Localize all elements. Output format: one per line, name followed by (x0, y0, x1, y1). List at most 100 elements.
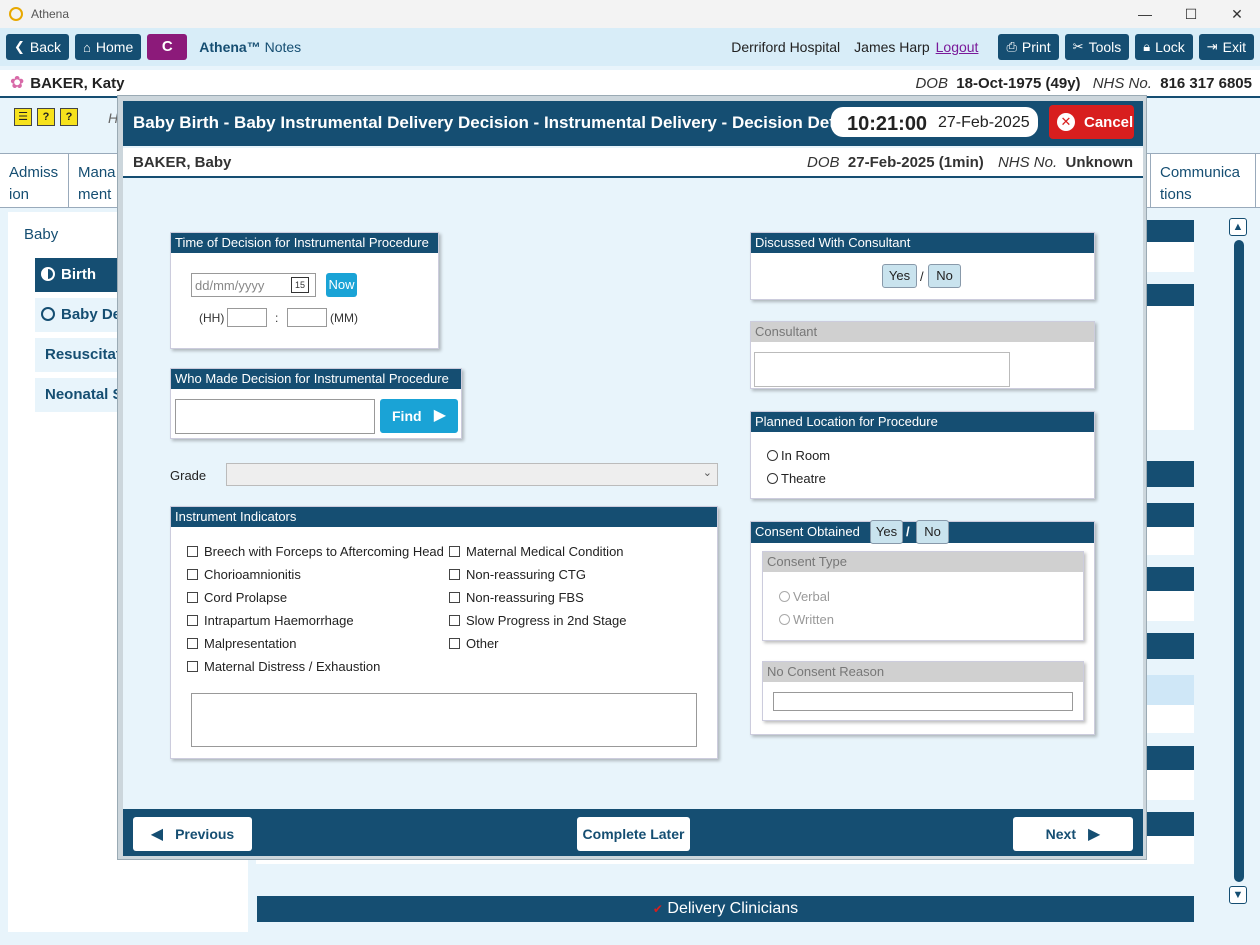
written-radio[interactable]: Written (779, 612, 834, 627)
dialog-title: Baby Birth - Baby Instrumental Delivery … (133, 113, 864, 132)
scroll-up-icon[interactable]: ▲ (1229, 218, 1247, 236)
consent-no-button[interactable]: No (916, 520, 949, 544)
help-icon[interactable]: ? (37, 108, 55, 126)
help-icon-2[interactable]: ? (60, 108, 78, 126)
scroll-down-icon[interactable]: ▼ (1229, 886, 1247, 904)
logout-link[interactable]: Logout (936, 39, 979, 55)
close-window-icon[interactable]: ✕ (1214, 0, 1260, 28)
scrollbar[interactable]: ▲ ▼ (1229, 218, 1249, 930)
checkbox-box[interactable] (449, 638, 460, 649)
tab-communications[interactable]: Communica tions (1150, 154, 1256, 208)
alert-list-icon[interactable]: ☰ (14, 108, 32, 126)
exit-button[interactable]: ⇥ Exit (1198, 34, 1254, 60)
checkbox-box[interactable] (187, 546, 198, 557)
theatre-radio[interactable]: Theatre (767, 471, 826, 486)
decision-date-input[interactable]: dd/mm/yyyy 15 (191, 273, 316, 297)
indicator-checkbox[interactable]: Other (449, 636, 499, 651)
minutes-label: (MM) (330, 311, 358, 325)
indicator-label: Intrapartum Haemorrhage (204, 613, 354, 628)
consent-yes-button[interactable]: Yes (870, 520, 903, 544)
indicator-checkbox[interactable]: Maternal Distress / Exhaustion (187, 659, 380, 674)
radio-circle[interactable] (779, 614, 790, 625)
indicator-checkbox[interactable]: Breech with Forceps to Aftercoming Head (187, 544, 444, 559)
verbal-radio[interactable]: Verbal (779, 589, 830, 604)
indicator-label: Cord Prolapse (204, 590, 288, 605)
indicator-checkbox[interactable]: Malpresentation (187, 636, 297, 651)
home-button[interactable]: ⌂ Home (75, 34, 142, 60)
written-label: Written (793, 612, 834, 627)
tab-management[interactable]: Mana ment (69, 154, 119, 208)
indicator-label: Non-reassuring CTG (466, 567, 586, 582)
checkbox-box[interactable] (187, 638, 198, 649)
minimize-icon[interactable]: — (1122, 0, 1168, 28)
dialog-footer: ◀ Previous Complete Later Next ▶ (123, 809, 1143, 856)
checkbox-box[interactable] (187, 615, 198, 626)
app-name: Athena™ Notes (199, 39, 301, 55)
calendar-icon[interactable]: 15 (291, 277, 309, 293)
grade-select[interactable]: ⌄ (226, 463, 718, 486)
scroll-thumb[interactable] (1234, 240, 1244, 882)
previous-button[interactable]: ◀ Previous (133, 817, 252, 851)
c-button[interactable]: C (147, 34, 188, 60)
no-consent-reason-input[interactable] (773, 692, 1073, 711)
consent-header-label: Consent Obtained (755, 524, 860, 539)
discussed-yes-button[interactable]: Yes (882, 264, 917, 288)
in-room-radio[interactable]: In Room (767, 448, 830, 463)
radio-circle[interactable] (779, 591, 790, 602)
checkbox-box[interactable] (187, 569, 198, 580)
window-titlebar: Athena — ☐ ✕ (0, 0, 1260, 28)
who-decided-input[interactable] (175, 399, 375, 434)
tools-icon: ✂ (1072, 39, 1084, 54)
dialog-date: 27-Feb-2025 (938, 114, 1030, 131)
indicator-checkbox[interactable]: Slow Progress in 2nd Stage (449, 613, 626, 628)
indicator-checkbox[interactable]: Non-reassuring FBS (449, 590, 584, 605)
find-button[interactable]: Find ▶ (380, 399, 458, 433)
indicator-label: Maternal Distress / Exhaustion (204, 659, 381, 674)
indicators-notes-textarea[interactable] (191, 693, 697, 747)
patient-banner: ✿ BAKER, Katy DOB 18-Oct-1975 (49y) NHS … (0, 70, 1260, 98)
back-label: Back (29, 39, 62, 55)
cancel-label: Cancel (1084, 113, 1134, 131)
next-button[interactable]: Next ▶ (1013, 817, 1133, 851)
consent-type-header: Consent Type (763, 552, 1083, 572)
tools-button[interactable]: ✂ Tools (1064, 34, 1130, 60)
print-button[interactable]: ⎙ Print (998, 34, 1059, 60)
checkbox-box[interactable] (187, 661, 198, 672)
complete-later-button[interactable]: Complete Later (577, 817, 690, 851)
minutes-input[interactable] (287, 308, 327, 327)
delivery-clinicians-label: Delivery Clinicians (667, 900, 799, 917)
planned-location-panel: Planned Location for Procedure In Room T… (750, 411, 1095, 499)
nhs-label: NHS No. (1092, 74, 1152, 92)
indicator-checkbox[interactable]: Maternal Medical Condition (449, 544, 624, 559)
checkbox-box[interactable] (187, 592, 198, 603)
theatre-label: Theatre (781, 471, 826, 486)
maximize-icon[interactable]: ☐ (1168, 0, 1214, 28)
no-consent-reason-header: No Consent Reason (763, 662, 1083, 682)
radio-circle[interactable] (767, 473, 778, 484)
hospital-name: Derriford Hospital (731, 39, 841, 55)
radio-circle[interactable] (767, 450, 778, 461)
planned-location-header: Planned Location for Procedure (751, 412, 1094, 432)
cancel-button[interactable]: ✕ Cancel (1049, 105, 1134, 139)
checkbox-box[interactable] (449, 546, 460, 557)
indicator-checkbox[interactable]: Cord Prolapse (187, 590, 287, 605)
user-name: James Harp (854, 39, 930, 55)
indicator-checkbox[interactable]: Non-reassuring CTG (449, 567, 586, 582)
decision-time-header: Time of Decision for Instrumental Proced… (171, 233, 438, 253)
back-button[interactable]: ❮ Back (6, 34, 70, 60)
checkbox-box[interactable] (449, 569, 460, 580)
lock-button[interactable]: 🔒︎ Lock (1135, 34, 1193, 60)
indicator-label: Maternal Medical Condition (466, 544, 624, 559)
nav-baby[interactable]: Baby (14, 218, 124, 252)
checkbox-box[interactable] (449, 592, 460, 603)
who-decided-panel: Who Made Decision for Instrumental Proce… (170, 368, 462, 439)
tab-admission[interactable]: Admiss ion (0, 154, 69, 208)
discussed-no-button[interactable]: No (928, 264, 961, 288)
decision-details-dialog: Baby Birth - Baby Instrumental Delivery … (117, 95, 1147, 860)
indicator-checkbox[interactable]: Chorioamnionitis (187, 567, 301, 582)
hours-input[interactable] (227, 308, 267, 327)
indicator-checkbox[interactable]: Intrapartum Haemorrhage (187, 613, 354, 628)
consultant-input[interactable] (754, 352, 1010, 387)
now-button[interactable]: Now (326, 273, 357, 297)
checkbox-box[interactable] (449, 615, 460, 626)
